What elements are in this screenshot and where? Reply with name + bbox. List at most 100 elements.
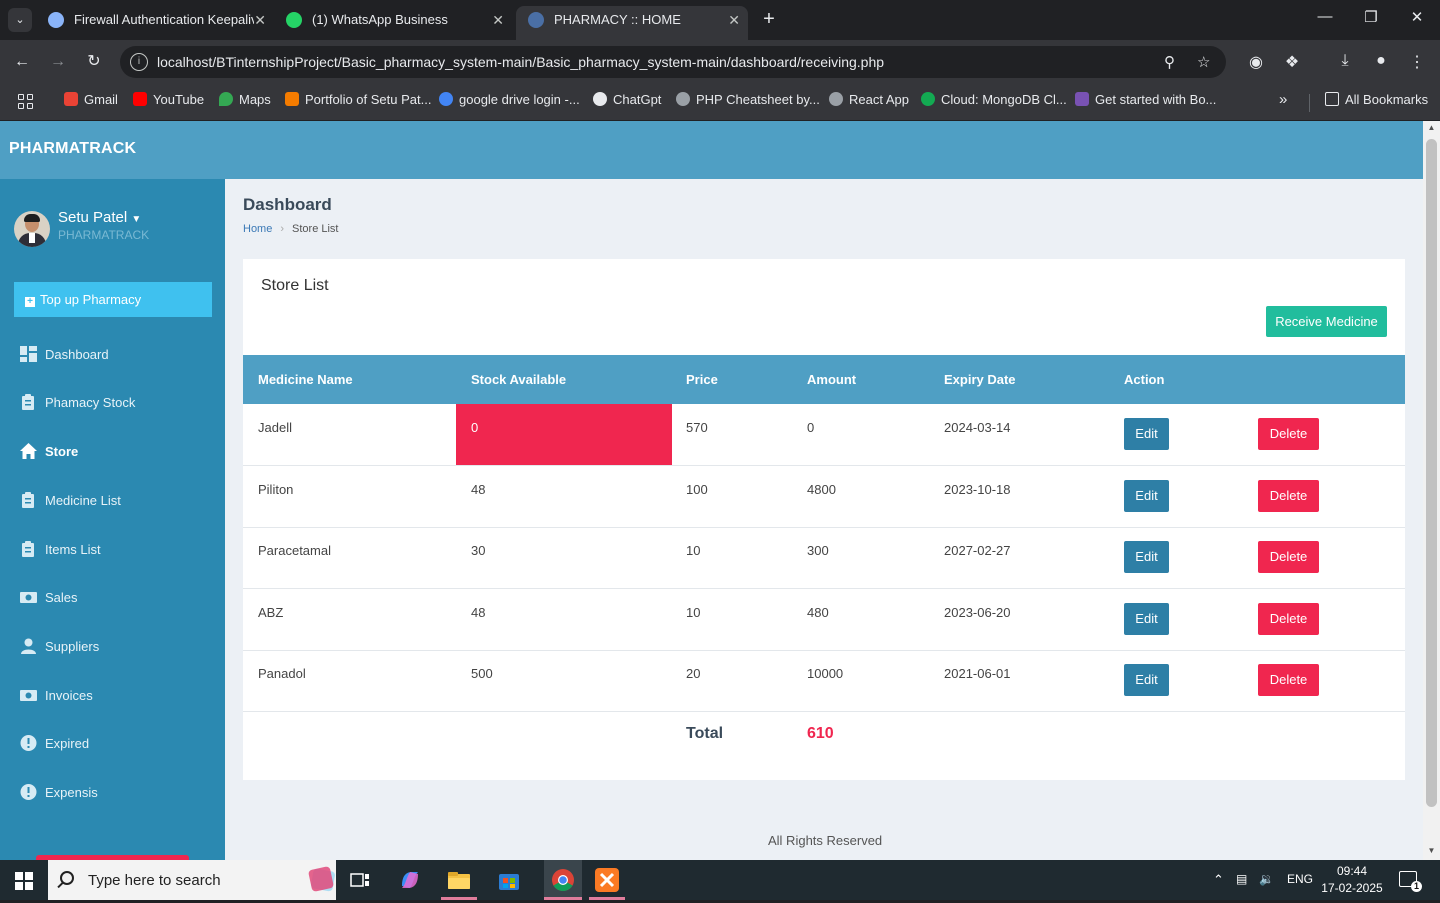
bookmark-php-cheatsheet[interactable]: PHP Cheatsheet by...	[676, 92, 820, 108]
bookmark-maps[interactable]: Maps	[219, 92, 271, 108]
bookmark-gmail[interactable]: Gmail	[64, 92, 118, 108]
scroll-up-arrow-icon[interactable]: ▲	[1426, 123, 1437, 132]
delete-button[interactable]: Delete	[1258, 418, 1319, 450]
volume-icon[interactable]: 🔉	[1259, 872, 1274, 886]
language-indicator[interactable]: ENG	[1287, 872, 1313, 886]
sidebar-item-items-list[interactable]: Items List	[20, 540, 101, 560]
close-icon[interactable]: ✕	[728, 6, 740, 34]
show-hidden-icons-chevron-icon[interactable]: ⌃	[1213, 872, 1224, 888]
back-button[interactable]: ←	[11, 52, 33, 74]
network-icon[interactable]: ▤	[1236, 872, 1247, 886]
more-bookmarks-chevron-icon[interactable]: »	[1279, 92, 1287, 108]
download-icon[interactable]: ⤓	[1334, 52, 1356, 70]
browser-tab-whatsapp[interactable]: (1) WhatsApp Business ✕	[274, 6, 512, 40]
bookmark-google-drive[interactable]: google drive login -...	[439, 92, 580, 108]
zoom-icon[interactable]: ⚲	[1164, 53, 1175, 71]
bookmark-chatgpt[interactable]: ChatGpt	[593, 92, 661, 108]
address-bar[interactable]: i localhost/BTinternshipProject/Basic_ph…	[120, 46, 1226, 78]
chatgpt-icon	[593, 92, 607, 106]
sidebar-item-medicine-list[interactable]: Medicine List	[20, 491, 121, 511]
browser-tab-firewall[interactable]: Firewall Authentication Keepaliv ✕	[36, 6, 274, 40]
total-value: 610	[807, 725, 834, 742]
user-name-dropdown[interactable]: Setu Patel ▼	[58, 209, 141, 226]
low-stock-cell: 0	[456, 404, 672, 465]
tab-search-button[interactable]: ⌄	[8, 8, 32, 32]
money-icon	[20, 589, 37, 605]
page-scrollbar[interactable]: ▲ ▼	[1423, 121, 1440, 860]
table-row: ABZ 48 10 480 2023-06-20 Edit Delete	[243, 589, 1405, 651]
sidebar-item-suppliers[interactable]: Suppliers	[20, 637, 99, 657]
google-icon	[439, 92, 453, 106]
edit-button[interactable]: Edit	[1124, 603, 1169, 635]
bookmark-bootstrap[interactable]: Get started with Bo...	[1075, 92, 1216, 108]
browser-menu-icon[interactable]: ⋮	[1406, 52, 1428, 72]
url-text[interactable]: localhost/BTinternshipProject/Basic_phar…	[157, 54, 884, 70]
sidebar-item-label: Items List	[45, 542, 101, 557]
browser-tab-pharmacy[interactable]: PHARMACY :: HOME ✕	[516, 6, 748, 40]
scrollbar-thumb[interactable]	[1426, 139, 1437, 807]
footer-text: All Rights Reserved	[768, 833, 883, 848]
bookmark-react-app[interactable]: React App	[829, 92, 909, 108]
reload-button[interactable]: ↻	[83, 52, 105, 74]
taskbar-search-placeholder: Type here to search	[88, 872, 221, 889]
sidebar-item-expired[interactable]: Expired	[20, 734, 89, 754]
edit-button[interactable]: Edit	[1124, 418, 1169, 450]
clock-date: 17-02-2025	[1321, 881, 1383, 895]
sidebar-item-dashboard[interactable]: Dashboard	[20, 345, 109, 365]
medicine-name: Jadell	[258, 420, 292, 435]
apps-grid-icon[interactable]	[18, 94, 34, 110]
windows-start-icon[interactable]	[15, 872, 33, 890]
top-up-pharmacy-button[interactable]: + Top up Pharmacy	[14, 282, 212, 317]
edit-button[interactable]: Edit	[1124, 541, 1169, 573]
sidebar-item-label: Expired	[45, 736, 90, 751]
bookmark-portfolio[interactable]: Portfolio of Setu Pat...	[285, 92, 431, 108]
delete-button[interactable]: Delete	[1258, 480, 1319, 512]
taskbar-search-box[interactable]: Type here to search	[48, 860, 336, 900]
new-tab-button[interactable]: +	[758, 8, 780, 32]
bookmark-mongodb[interactable]: Cloud: MongoDB Cl...	[921, 92, 1067, 108]
app-topbar: PHARMATRACK	[0, 121, 1423, 179]
close-icon[interactable]: ✕	[254, 6, 266, 34]
bookmark-star-icon[interactable]: ☆	[1197, 53, 1210, 71]
brand-logo-text[interactable]: PHARMATRACK	[9, 140, 136, 158]
home-icon	[20, 443, 37, 459]
column-header: Action	[1124, 372, 1165, 387]
sidebar-item-pharmacy-stock[interactable]: Phamacy Stock	[20, 393, 135, 413]
delete-button[interactable]: Delete	[1258, 664, 1319, 696]
receive-medicine-button[interactable]: Receive Medicine	[1266, 306, 1387, 337]
sidebar-item-store[interactable]: Store	[20, 442, 78, 462]
bookmark-youtube[interactable]: YouTube	[133, 92, 204, 108]
xampp-icon[interactable]	[593, 866, 621, 894]
table-row: Panadol 500 20 10000 2021-06-01 Edit Del…	[243, 650, 1405, 712]
badge-icon	[20, 735, 37, 751]
extension-icon[interactable]: ◉	[1245, 52, 1267, 72]
restore-button[interactable]: ❐	[1348, 8, 1394, 26]
file-explorer-icon[interactable]	[445, 866, 473, 894]
forward-button[interactable]: →	[47, 52, 69, 74]
profile-avatar-icon[interactable]: ●	[1370, 52, 1392, 70]
extensions-puzzle-icon[interactable]: ❖	[1281, 52, 1303, 72]
notification-center-icon[interactable]: 1	[1399, 871, 1422, 892]
copilot-icon[interactable]	[396, 866, 424, 894]
minimize-button[interactable]: —	[1302, 8, 1348, 25]
delete-button[interactable]: Delete	[1258, 541, 1319, 573]
close-icon[interactable]: ✕	[492, 6, 504, 34]
breadcrumb-home-link[interactable]: Home	[243, 223, 272, 235]
scroll-down-arrow-icon[interactable]: ▼	[1426, 846, 1437, 855]
sidebar-item-expensis[interactable]: Expensis	[20, 783, 98, 803]
all-bookmarks-button[interactable]: All Bookmarks	[1325, 92, 1428, 108]
price: 10	[686, 605, 701, 620]
chrome-icon[interactable]	[544, 860, 582, 900]
task-view-icon[interactable]	[346, 866, 374, 894]
delete-button[interactable]: Delete	[1258, 603, 1319, 635]
site-info-icon[interactable]: i	[130, 53, 148, 71]
edit-button[interactable]: Edit	[1124, 664, 1169, 696]
edit-button[interactable]: Edit	[1124, 480, 1169, 512]
sidebar-item-sales[interactable]: Sales	[20, 588, 78, 608]
sidebar-item-invoices[interactable]: Invoices	[20, 686, 93, 706]
globe-icon	[48, 12, 64, 28]
microsoft-store-icon[interactable]	[495, 866, 523, 894]
system-clock[interactable]: 09:44 17-02-2025	[1321, 863, 1383, 897]
column-header: Amount	[807, 372, 857, 387]
window-close-button[interactable]: ✕	[1394, 8, 1440, 26]
